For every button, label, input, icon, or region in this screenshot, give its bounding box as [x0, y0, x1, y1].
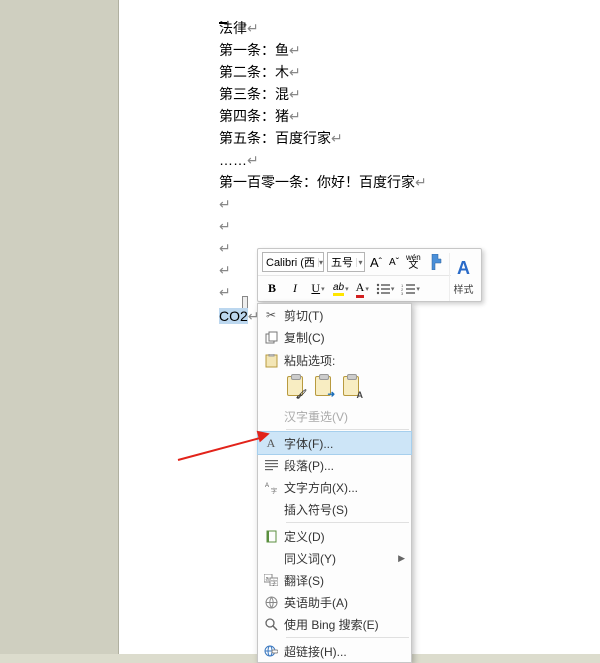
doc-line: ……↵ — [219, 150, 426, 172]
text-badge-icon: A — [357, 390, 364, 400]
menu-paste-options: 粘贴选项: 🖌 ➜ A — [258, 348, 411, 405]
ruler-gutter — [0, 0, 118, 654]
link-icon — [258, 645, 284, 657]
menu-separator — [286, 522, 409, 523]
text-direction-icon: A字 — [258, 481, 284, 494]
font-color-button[interactable]: A▾ — [354, 279, 371, 299]
svg-text:3: 3 — [401, 291, 404, 295]
doc-line: 第二条：木↵ — [219, 62, 426, 84]
format-painter-button[interactable] — [426, 252, 446, 272]
menu-font[interactable]: A 字体(F)... — [258, 432, 411, 454]
svg-text:A: A — [265, 483, 269, 489]
copy-icon — [258, 331, 284, 344]
bold-button[interactable]: B — [262, 279, 282, 299]
paragraph-icon — [258, 459, 284, 471]
numbering-button[interactable]: 123▾ — [399, 279, 422, 299]
submenu-arrow-icon: ▶ — [398, 553, 405, 564]
paste-icon — [258, 354, 284, 368]
phonetic-guide-button[interactable]: wén 文 — [404, 252, 423, 272]
menu-bing-search[interactable]: 使用 Bing 搜索(E) — [258, 613, 411, 635]
svg-text:字: 字 — [271, 487, 277, 494]
menu-define[interactable]: 定义(D) — [258, 525, 411, 547]
menu-translate[interactable]: a字 翻译(S) — [258, 569, 411, 591]
scissors-icon: ✂ — [258, 308, 284, 322]
menu-text-direction[interactable]: A字 文字方向(X)... — [258, 476, 411, 498]
bullets-button[interactable]: ▾ — [374, 279, 397, 299]
menu-separator — [286, 637, 409, 638]
chevron-down-icon: ▾ — [356, 258, 364, 267]
styles-icon: A — [457, 258, 470, 279]
selected-text[interactable]: CO2 — [219, 308, 248, 324]
italic-button[interactable]: I — [285, 279, 305, 299]
assistant-icon — [258, 596, 284, 609]
menu-copy[interactable]: 复制(C) — [258, 326, 411, 348]
doc-line: ↵ — [219, 194, 426, 216]
doc-line: 第一条：鱼↵ — [219, 40, 426, 62]
doc-line: 第五条：百度行家↵ — [219, 128, 426, 150]
brush-badge-icon: 🖌 — [296, 389, 307, 400]
chevron-down-icon: ▾ — [318, 258, 323, 267]
bullets-icon — [376, 283, 390, 295]
underline-button[interactable]: U▾ — [308, 279, 328, 299]
context-menu: ✂ 剪切(T) 复制(C) 粘贴选项: 🖌 ➜ A 汉字重选(V — [257, 303, 412, 663]
paragraph-mark: ↵ — [247, 22, 258, 38]
paste-merge-formatting[interactable]: ➜ — [312, 373, 334, 399]
styles-button[interactable]: A 样式 — [449, 253, 477, 301]
highlight-button[interactable]: ab▾ — [331, 279, 351, 299]
font-name-combo[interactable]: Calibri (西 ▾ — [262, 252, 324, 272]
menu-insert-symbol[interactable]: 插入符号(S) — [258, 498, 411, 520]
translate-icon: a字 — [258, 574, 284, 586]
doc-line: 法律↵ — [219, 18, 426, 40]
grow-font-button[interactable]: Aˆ — [368, 252, 384, 272]
paste-keep-source[interactable]: 🖌 — [284, 373, 306, 399]
doc-line: ↵ — [219, 216, 426, 238]
numbering-icon: 123 — [401, 283, 415, 295]
menu-cut[interactable]: ✂ 剪切(T) — [258, 304, 411, 326]
shrink-font-button[interactable]: Aˇ — [387, 252, 401, 272]
dictionary-icon — [258, 530, 284, 543]
search-icon — [258, 618, 284, 631]
font-size-combo[interactable]: 五号 ▾ — [327, 252, 365, 272]
mini-format-toolbar: Calibri (西 ▾ 五号 ▾ Aˆ Aˇ wén 文 B I U▾ ab▾… — [257, 248, 482, 302]
menu-english-assistant[interactable]: 英语助手(A) — [258, 591, 411, 613]
doc-line: 第三条：混↵ — [219, 84, 426, 106]
menu-hyperlink[interactable]: 超链接(H)... — [258, 640, 411, 662]
svg-text:字: 字 — [271, 579, 277, 586]
menu-reconvert: 汉字重选(V) — [258, 405, 411, 427]
menu-synonyms[interactable]: 同义词(Y) ▶ — [258, 547, 411, 569]
menu-paragraph[interactable]: 段落(P)... — [258, 454, 411, 476]
arrow-badge-icon: ➜ — [327, 389, 335, 400]
paste-text-only[interactable]: A — [340, 373, 362, 399]
menu-separator — [286, 429, 409, 430]
doc-line: 第一百零一条：你好！百度行家↵ — [219, 172, 426, 194]
doc-line: 第四条：猪↵ — [219, 106, 426, 128]
